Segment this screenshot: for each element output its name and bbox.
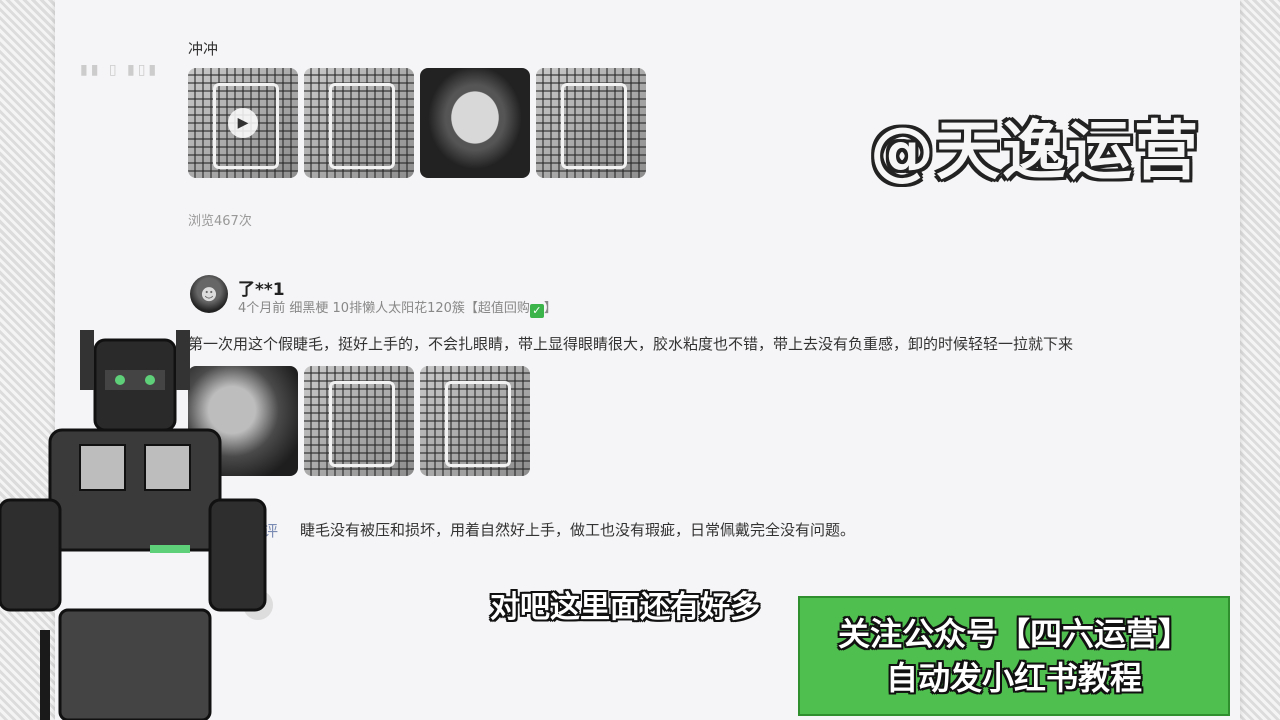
- review2-text: 第一次用这个假睫毛，挺好上手的，不会扎眼睛，带上显得眼睛很大，胶水粘度也不错，带…: [188, 335, 1074, 353]
- promo-banner: 关注公众号【四六运营】 自动发小红书教程: [798, 596, 1230, 716]
- review1-photo-thumbnail[interactable]: [536, 68, 646, 178]
- followup-text: 睫毛没有被压和损坏，用着自然好上手，做工也没有瑕疵，日常佩戴完全没有问题。: [300, 521, 856, 539]
- review2-meta: 4个月前 细黑梗 10排懒人太阳花120簇【超值回购 ✓】: [238, 297, 557, 318]
- review1-photo-thumbnail[interactable]: [420, 68, 530, 178]
- corner-logo-mark: ▮▮ ▯ ▮▯▮: [80, 62, 160, 78]
- avatar[interactable]: ☻: [190, 275, 228, 313]
- review1-text-tail: 冲冲: [188, 40, 219, 58]
- watermark: @天逸运营: [870, 115, 1200, 189]
- right-background-strip: [1238, 0, 1280, 720]
- play-icon: ▶: [228, 108, 258, 138]
- video-subtitle: 对吧这里面还有好多: [490, 590, 760, 625]
- review1-view-count: 浏览467次: [188, 214, 252, 229]
- review2-meta-close: 】: [543, 301, 557, 316]
- check-icon: ✓: [529, 304, 544, 318]
- review2-photo-thumbnail[interactable]: [304, 366, 414, 476]
- promo-line-1: 关注公众号【四六运营】: [837, 615, 1190, 653]
- review1-thumbnails: ▶: [188, 68, 646, 178]
- review1-video-thumbnail[interactable]: ▶: [188, 68, 298, 178]
- review2-meta-text: 4个月前 细黑梗 10排懒人太阳花120簇【超值回购: [238, 301, 530, 316]
- review2-photo-thumbnail[interactable]: [420, 366, 530, 476]
- robot-mascot-illustration: [0, 330, 267, 720]
- review1-photo-thumbnail[interactable]: [304, 68, 414, 178]
- promo-line-2: 自动发小红书教程: [885, 659, 1142, 697]
